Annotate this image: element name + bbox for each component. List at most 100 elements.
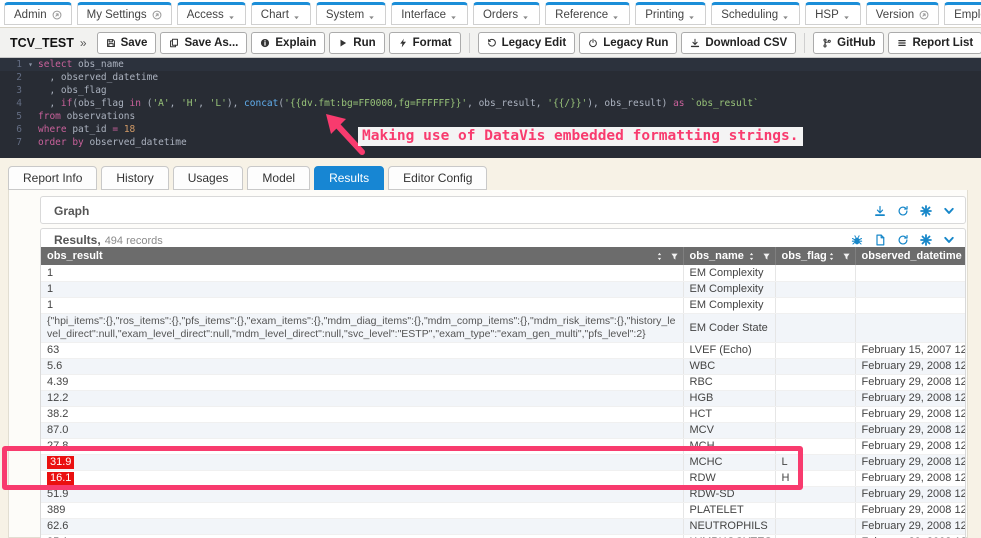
tab-history[interactable]: History — [101, 166, 168, 190]
cell-obs-result: 31.9 — [41, 454, 683, 470]
result-tabs: Report InfoHistoryUsagesModelResultsEdit… — [8, 164, 487, 190]
table-row: 63LVEF (Echo)February 15, 2007 12:00 AM — [41, 342, 966, 358]
cell-obs-result: 38.2 — [41, 406, 683, 422]
file-icon[interactable] — [874, 234, 886, 246]
table-row: 1EM Complexity — [41, 297, 966, 313]
explain-button[interactable]: Explain — [251, 32, 325, 54]
top-tab-chart[interactable]: Chart — [251, 2, 311, 25]
top-tab-label: Printing — [645, 9, 684, 21]
tab-model[interactable]: Model — [247, 166, 310, 190]
button-label: Report List — [912, 37, 973, 49]
gear-icon[interactable] — [920, 234, 932, 246]
cell-observed-datetime: February 29, 2008 12:58 PM — [855, 502, 966, 518]
column-header-obs-name[interactable]: obs_name — [683, 247, 775, 265]
external-link-icon[interactable] — [152, 10, 162, 20]
filter-icon — [670, 252, 679, 261]
refresh-icon[interactable] — [897, 234, 909, 246]
refresh-icon[interactable] — [897, 205, 909, 217]
save-button[interactable]: Save — [97, 32, 157, 54]
filter-icon[interactable] — [762, 252, 771, 261]
filter-icon — [762, 252, 771, 261]
report-list-button[interactable]: Report List — [888, 32, 981, 54]
top-tab-hsp[interactable]: HSP — [805, 2, 861, 25]
top-tab-system[interactable]: System — [316, 2, 386, 25]
top-tab-label: Admin — [14, 9, 47, 21]
chevron-down-icon[interactable] — [943, 234, 955, 246]
cell-obs-result: 63 — [41, 342, 683, 358]
format-button[interactable]: Format — [389, 32, 461, 54]
top-tab-my-settings[interactable]: My Settings — [77, 2, 172, 25]
run-button[interactable]: Run — [329, 32, 384, 54]
gear-icon — [920, 234, 932, 246]
sort-icon[interactable] — [655, 252, 664, 261]
caret-down-icon — [842, 13, 851, 22]
external-link-icon — [152, 10, 162, 20]
tab-usages[interactable]: Usages — [173, 166, 244, 190]
top-tab-label: Interface — [401, 9, 446, 21]
caret-down-icon — [687, 13, 696, 22]
cell-obs-name: MCV — [683, 422, 775, 438]
cell-observed-datetime: February 29, 2008 12:58 PM — [855, 534, 966, 538]
cell-obs-result: 1 — [41, 281, 683, 297]
cell-obs-name: MCH — [683, 438, 775, 454]
tab-report-info[interactable]: Report Info — [8, 166, 97, 190]
cell-observed-datetime: February 29, 2008 12:58 PM — [855, 518, 966, 534]
fold-caret-icon[interactable]: ▾ — [28, 58, 33, 71]
top-tab-employer-organizations[interactable]: Employer Organizations — [944, 2, 981, 25]
top-tab-version[interactable]: Version — [866, 2, 939, 25]
line-number: 6 — [0, 123, 26, 136]
tab-results[interactable]: Results — [314, 166, 384, 190]
download-csv-button[interactable]: Download CSV — [681, 32, 796, 54]
cell-obs-flag — [775, 422, 855, 438]
external-link-icon[interactable] — [52, 10, 62, 20]
cell-obs-result: 62.6 — [41, 518, 683, 534]
cell-obs-name: PLATELET — [683, 502, 775, 518]
top-tab-admin[interactable]: Admin — [4, 2, 72, 25]
top-tab-label: Reference — [555, 9, 608, 21]
report-title-chevron[interactable]: » — [80, 36, 87, 50]
top-tab-reference[interactable]: Reference — [545, 2, 630, 25]
legacy-run-button[interactable]: Legacy Run — [579, 32, 677, 54]
column-header-observed-datetime[interactable]: observed_datetime — [855, 247, 966, 265]
external-link-icon[interactable] — [919, 10, 929, 20]
top-tab-scheduling[interactable]: Scheduling — [711, 2, 800, 25]
table-row: 1EM Complexity — [41, 265, 966, 281]
button-label: Save — [121, 37, 148, 49]
sort-icon[interactable] — [747, 252, 756, 261]
filter-icon[interactable] — [670, 252, 679, 261]
table-row: 87.0MCVFebruary 29, 2008 12:58 PM — [41, 422, 966, 438]
sort-icon — [747, 252, 756, 261]
top-tab-interface[interactable]: Interface — [391, 2, 468, 25]
github-button[interactable]: GitHub — [813, 32, 884, 54]
sort-icon[interactable] — [827, 252, 836, 261]
chevron-down-icon[interactable] — [943, 205, 955, 217]
legacy-edit-button[interactable]: Legacy Edit — [478, 32, 576, 54]
top-tab-orders[interactable]: Orders — [473, 2, 540, 25]
bug-icon[interactable] — [851, 234, 863, 246]
cell-obs-flag — [775, 265, 855, 281]
download-icon[interactable] — [874, 205, 886, 217]
button-label: Legacy Run — [603, 37, 668, 49]
file-icon — [874, 234, 886, 246]
filter-icon[interactable] — [842, 252, 851, 261]
cell-obs-flag — [775, 281, 855, 297]
cell-observed-datetime: February 29, 2008 12:58 PM — [855, 470, 966, 486]
cell-obs-result: 4.39 — [41, 374, 683, 390]
top-tab-printing[interactable]: Printing — [635, 2, 706, 25]
top-tab-access[interactable]: Access — [177, 2, 246, 25]
cell-obs-result: 5.6 — [41, 358, 683, 374]
column-header-obs-flag[interactable]: obs_flag — [775, 247, 855, 265]
gear-icon[interactable] — [920, 205, 932, 217]
save-as-button[interactable]: Save As... — [160, 32, 247, 54]
top-tab-label: Orders — [483, 9, 518, 21]
history-icon — [487, 38, 497, 48]
download-icon — [690, 38, 700, 48]
column-header-obs-result[interactable]: obs_result — [41, 247, 683, 265]
cell-observed-datetime: February 29, 2008 12:58 PM — [855, 486, 966, 502]
table-row: 25.1LYMPHOCYTESFebruary 29, 2008 12:58 P… — [41, 534, 966, 538]
caret-down-icon — [227, 13, 236, 22]
cell-obs-name: RDW — [683, 470, 775, 486]
top-tab-label: HSP — [815, 9, 839, 21]
cell-observed-datetime: February 29, 2008 12:58 PM — [855, 390, 966, 406]
tab-editor-config[interactable]: Editor Config — [388, 166, 487, 190]
